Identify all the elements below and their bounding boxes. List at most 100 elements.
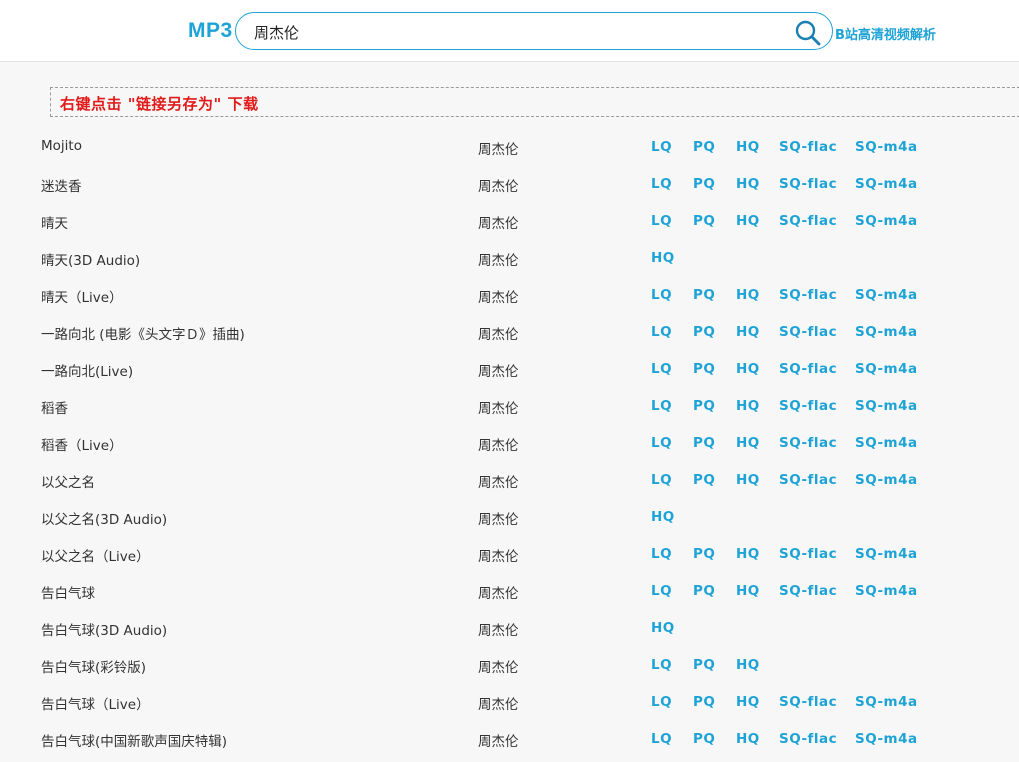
sq-m4a-download-link[interactable]: SQ-m4a	[855, 139, 918, 155]
lq-download-link[interactable]: LQ	[651, 139, 672, 155]
song-title: 以父之名(3D Audio)	[41, 512, 168, 528]
song-title: 以父之名（Live）	[41, 549, 150, 565]
song-artist: 周杰伦	[478, 142, 519, 158]
pq-download-link[interactable]: PQ	[693, 398, 715, 414]
sq-flac-download-link[interactable]: SQ-flac	[779, 694, 837, 710]
pq-download-link[interactable]: PQ	[693, 176, 715, 192]
pq-download-link[interactable]: PQ	[693, 472, 715, 488]
hq-download-link[interactable]: HQ	[736, 657, 760, 673]
song-artist: 周杰伦	[478, 734, 519, 750]
song-artist: 周杰伦	[478, 216, 519, 232]
song-title: 一路向北(Live)	[41, 364, 134, 380]
sq-flac-download-link[interactable]: SQ-flac	[779, 361, 837, 377]
hq-download-link[interactable]: HQ	[736, 583, 760, 599]
pq-download-link[interactable]: PQ	[693, 657, 715, 673]
song-row: 告白气球 周杰伦 LQ PQ HQ SQ-flac SQ-m4a	[0, 572, 1019, 609]
site-logo[interactable]: MP3	[188, 19, 233, 43]
song-title: 晴天（Live）	[41, 290, 123, 306]
pq-download-link[interactable]: PQ	[693, 324, 715, 340]
sq-m4a-download-link[interactable]: SQ-m4a	[855, 287, 918, 303]
lq-download-link[interactable]: LQ	[651, 435, 672, 451]
sq-flac-download-link[interactable]: SQ-flac	[779, 287, 837, 303]
sq-m4a-download-link[interactable]: SQ-m4a	[855, 213, 918, 229]
pq-download-link[interactable]: PQ	[693, 287, 715, 303]
sq-flac-download-link[interactable]: SQ-flac	[779, 213, 837, 229]
song-title: 晴天	[41, 216, 68, 232]
hq-download-link[interactable]: HQ	[736, 472, 760, 488]
sq-flac-download-link[interactable]: SQ-flac	[779, 583, 837, 599]
song-row: 告白气球(3D Audio) 周杰伦 HQ	[0, 609, 1019, 646]
search-input[interactable]	[252, 21, 786, 43]
pq-download-link[interactable]: PQ	[693, 694, 715, 710]
sq-m4a-download-link[interactable]: SQ-m4a	[855, 361, 918, 377]
lq-download-link[interactable]: LQ	[651, 287, 672, 303]
song-row: 晴天 周杰伦 LQ PQ HQ SQ-flac SQ-m4a	[0, 202, 1019, 239]
sq-m4a-download-link[interactable]: SQ-m4a	[855, 435, 918, 451]
pq-download-link[interactable]: PQ	[693, 546, 715, 562]
song-row: 一路向北 (电影《头文字Ｄ》插曲) 周杰伦 LQ PQ HQ SQ-flac S…	[0, 313, 1019, 350]
song-artist: 周杰伦	[478, 512, 519, 528]
lq-download-link[interactable]: LQ	[651, 731, 672, 747]
hq-download-link[interactable]: HQ	[651, 620, 675, 636]
song-row: 以父之名(3D Audio) 周杰伦 HQ	[0, 498, 1019, 535]
hq-download-link[interactable]: HQ	[736, 287, 760, 303]
lq-download-link[interactable]: LQ	[651, 361, 672, 377]
pq-download-link[interactable]: PQ	[693, 361, 715, 377]
hq-download-link[interactable]: HQ	[736, 731, 760, 747]
song-artist: 周杰伦	[478, 475, 519, 491]
sq-flac-download-link[interactable]: SQ-flac	[779, 472, 837, 488]
sq-flac-download-link[interactable]: SQ-flac	[779, 139, 837, 155]
sq-flac-download-link[interactable]: SQ-flac	[779, 324, 837, 340]
sq-m4a-download-link[interactable]: SQ-m4a	[855, 176, 918, 192]
song-title: 告白气球（Live）	[41, 697, 150, 713]
sq-m4a-download-link[interactable]: SQ-m4a	[855, 731, 918, 747]
lq-download-link[interactable]: LQ	[651, 546, 672, 562]
song-artist: 周杰伦	[478, 290, 519, 306]
sq-m4a-download-link[interactable]: SQ-m4a	[855, 583, 918, 599]
pq-download-link[interactable]: PQ	[693, 139, 715, 155]
sq-m4a-download-link[interactable]: SQ-m4a	[855, 324, 918, 340]
pq-download-link[interactable]: PQ	[693, 731, 715, 747]
pq-download-link[interactable]: PQ	[693, 435, 715, 451]
sq-m4a-download-link[interactable]: SQ-m4a	[855, 694, 918, 710]
lq-download-link[interactable]: LQ	[651, 324, 672, 340]
sq-m4a-download-link[interactable]: SQ-m4a	[855, 546, 918, 562]
hq-download-link[interactable]: HQ	[736, 546, 760, 562]
download-notice: 右键点击 "链接另存为" 下载	[50, 87, 1019, 117]
sq-m4a-download-link[interactable]: SQ-m4a	[855, 472, 918, 488]
lq-download-link[interactable]: LQ	[651, 176, 672, 192]
song-row: Mojito 周杰伦 LQ PQ HQ SQ-flac SQ-m4a	[0, 128, 1019, 165]
lq-download-link[interactable]: LQ	[651, 398, 672, 414]
search-box[interactable]	[235, 12, 833, 50]
sq-flac-download-link[interactable]: SQ-flac	[779, 731, 837, 747]
sq-flac-download-link[interactable]: SQ-flac	[779, 176, 837, 192]
hq-download-link[interactable]: HQ	[736, 176, 760, 192]
lq-download-link[interactable]: LQ	[651, 657, 672, 673]
lq-download-link[interactable]: LQ	[651, 694, 672, 710]
song-title: 告白气球(3D Audio)	[41, 623, 168, 639]
hq-download-link[interactable]: HQ	[736, 694, 760, 710]
pq-download-link[interactable]: PQ	[693, 213, 715, 229]
song-artist: 周杰伦	[478, 179, 519, 195]
song-artist: 周杰伦	[478, 697, 519, 713]
hq-download-link[interactable]: HQ	[736, 435, 760, 451]
hq-download-link[interactable]: HQ	[736, 361, 760, 377]
lq-download-link[interactable]: LQ	[651, 472, 672, 488]
bilibili-video-parse-link[interactable]: B站高清视频解析	[835, 24, 936, 43]
hq-download-link[interactable]: HQ	[736, 213, 760, 229]
hq-download-link[interactable]: HQ	[651, 250, 675, 266]
search-icon[interactable]	[794, 19, 822, 47]
lq-download-link[interactable]: LQ	[651, 583, 672, 599]
sq-m4a-download-link[interactable]: SQ-m4a	[855, 398, 918, 414]
sq-flac-download-link[interactable]: SQ-flac	[779, 546, 837, 562]
lq-download-link[interactable]: LQ	[651, 213, 672, 229]
sq-flac-download-link[interactable]: SQ-flac	[779, 398, 837, 414]
hq-download-link[interactable]: HQ	[736, 324, 760, 340]
header-bar: MP3 B站高清视频解析	[0, 0, 1019, 62]
song-row: 稻香（Live） 周杰伦 LQ PQ HQ SQ-flac SQ-m4a	[0, 424, 1019, 461]
sq-flac-download-link[interactable]: SQ-flac	[779, 435, 837, 451]
hq-download-link[interactable]: HQ	[651, 509, 675, 525]
hq-download-link[interactable]: HQ	[736, 398, 760, 414]
hq-download-link[interactable]: HQ	[736, 139, 760, 155]
pq-download-link[interactable]: PQ	[693, 583, 715, 599]
